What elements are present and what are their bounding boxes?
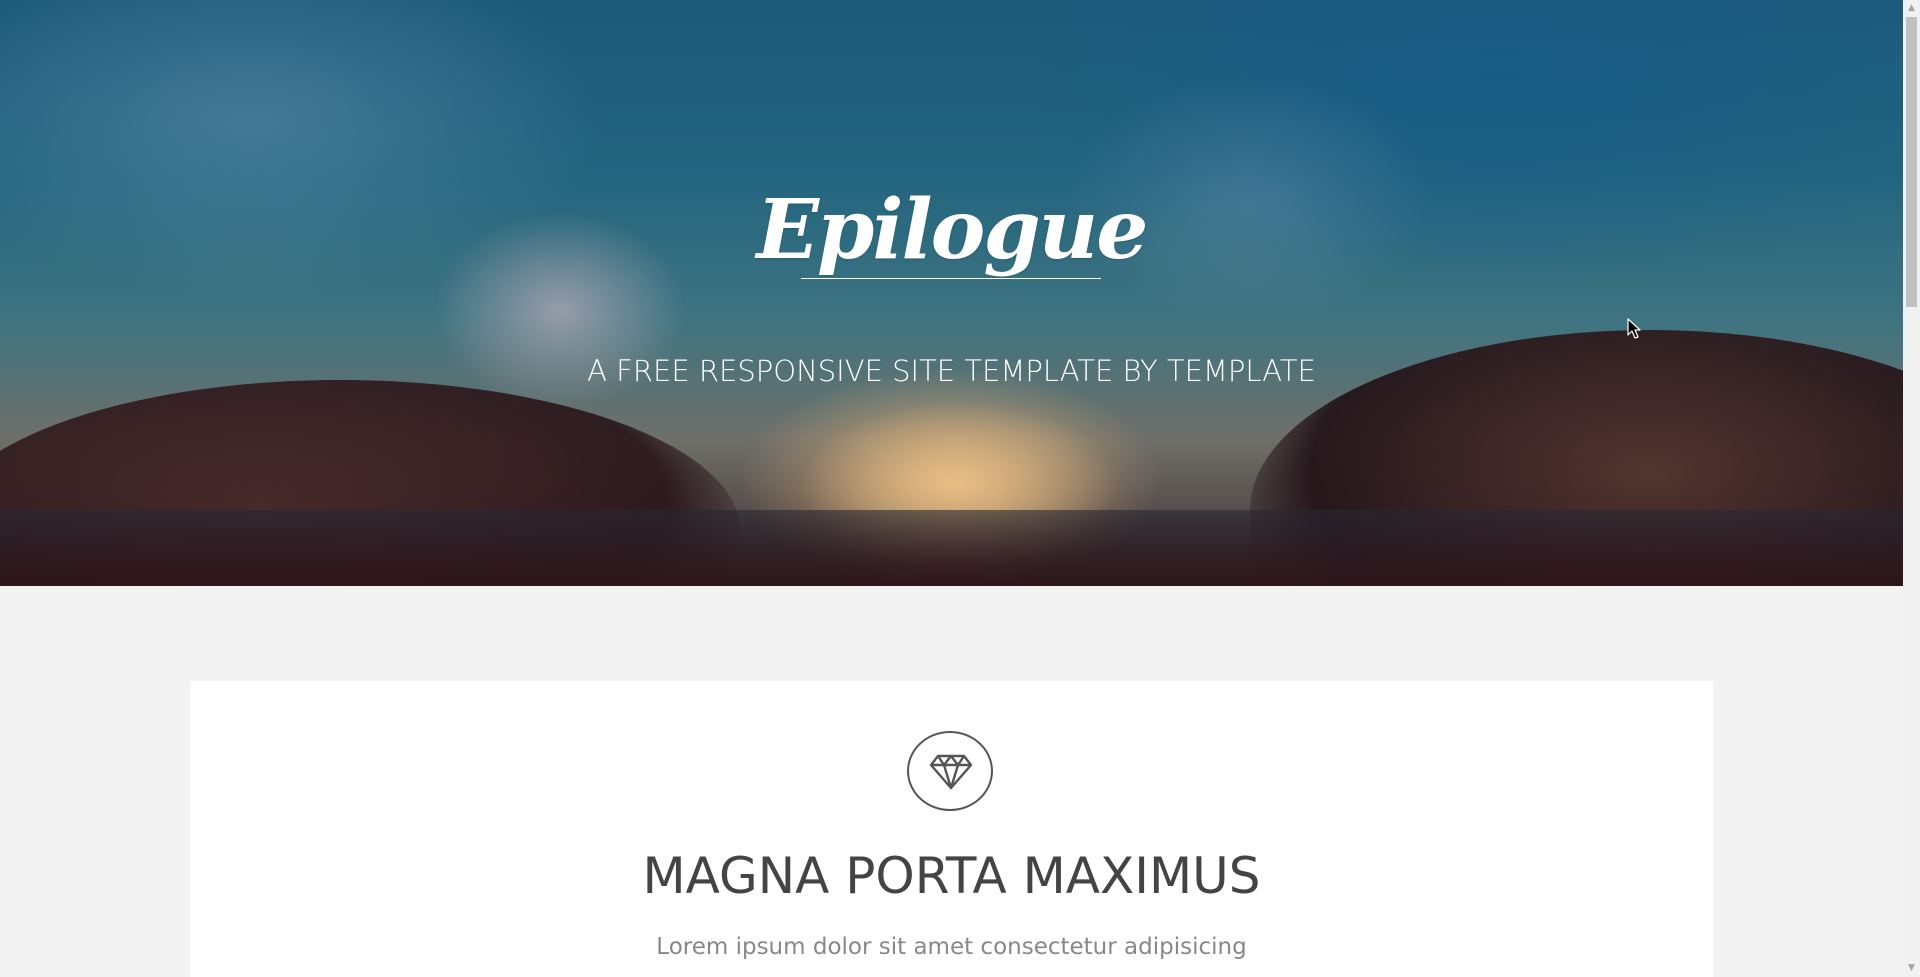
feature-card: MAGNA PORTA MAXIMUS Lorem ipsum dolor si… bbox=[190, 681, 1713, 977]
scrollbar-thumb[interactable] bbox=[1906, 17, 1917, 307]
hero-ground bbox=[0, 510, 1903, 586]
diamond-icon bbox=[907, 731, 993, 811]
hero-banner: Epilogue A FREE RESPONSIVE SITE TEMPLATE… bbox=[0, 0, 1903, 586]
diamond-icon-graphic bbox=[929, 754, 973, 790]
section-text: Lorem ipsum dolor sit amet consectetur a… bbox=[656, 934, 1247, 960]
scroll-down-arrow-icon[interactable]: ▼ bbox=[1903, 960, 1920, 977]
logo-underline bbox=[801, 278, 1101, 279]
scroll-up-arrow-icon[interactable]: ▲ bbox=[1903, 0, 1920, 17]
hero-tagline: A FREE RESPONSIVE SITE TEMPLATE BY TEMPL… bbox=[587, 354, 1316, 388]
mouse-cursor-icon bbox=[1627, 318, 1641, 339]
section-title: MAGNA PORTA MAXIMUS bbox=[642, 847, 1261, 905]
page-viewport: Epilogue A FREE RESPONSIVE SITE TEMPLATE… bbox=[0, 0, 1903, 977]
vertical-scrollbar[interactable]: ▲ ▼ bbox=[1903, 0, 1920, 977]
site-logo[interactable]: Epilogue bbox=[0, 180, 1903, 280]
